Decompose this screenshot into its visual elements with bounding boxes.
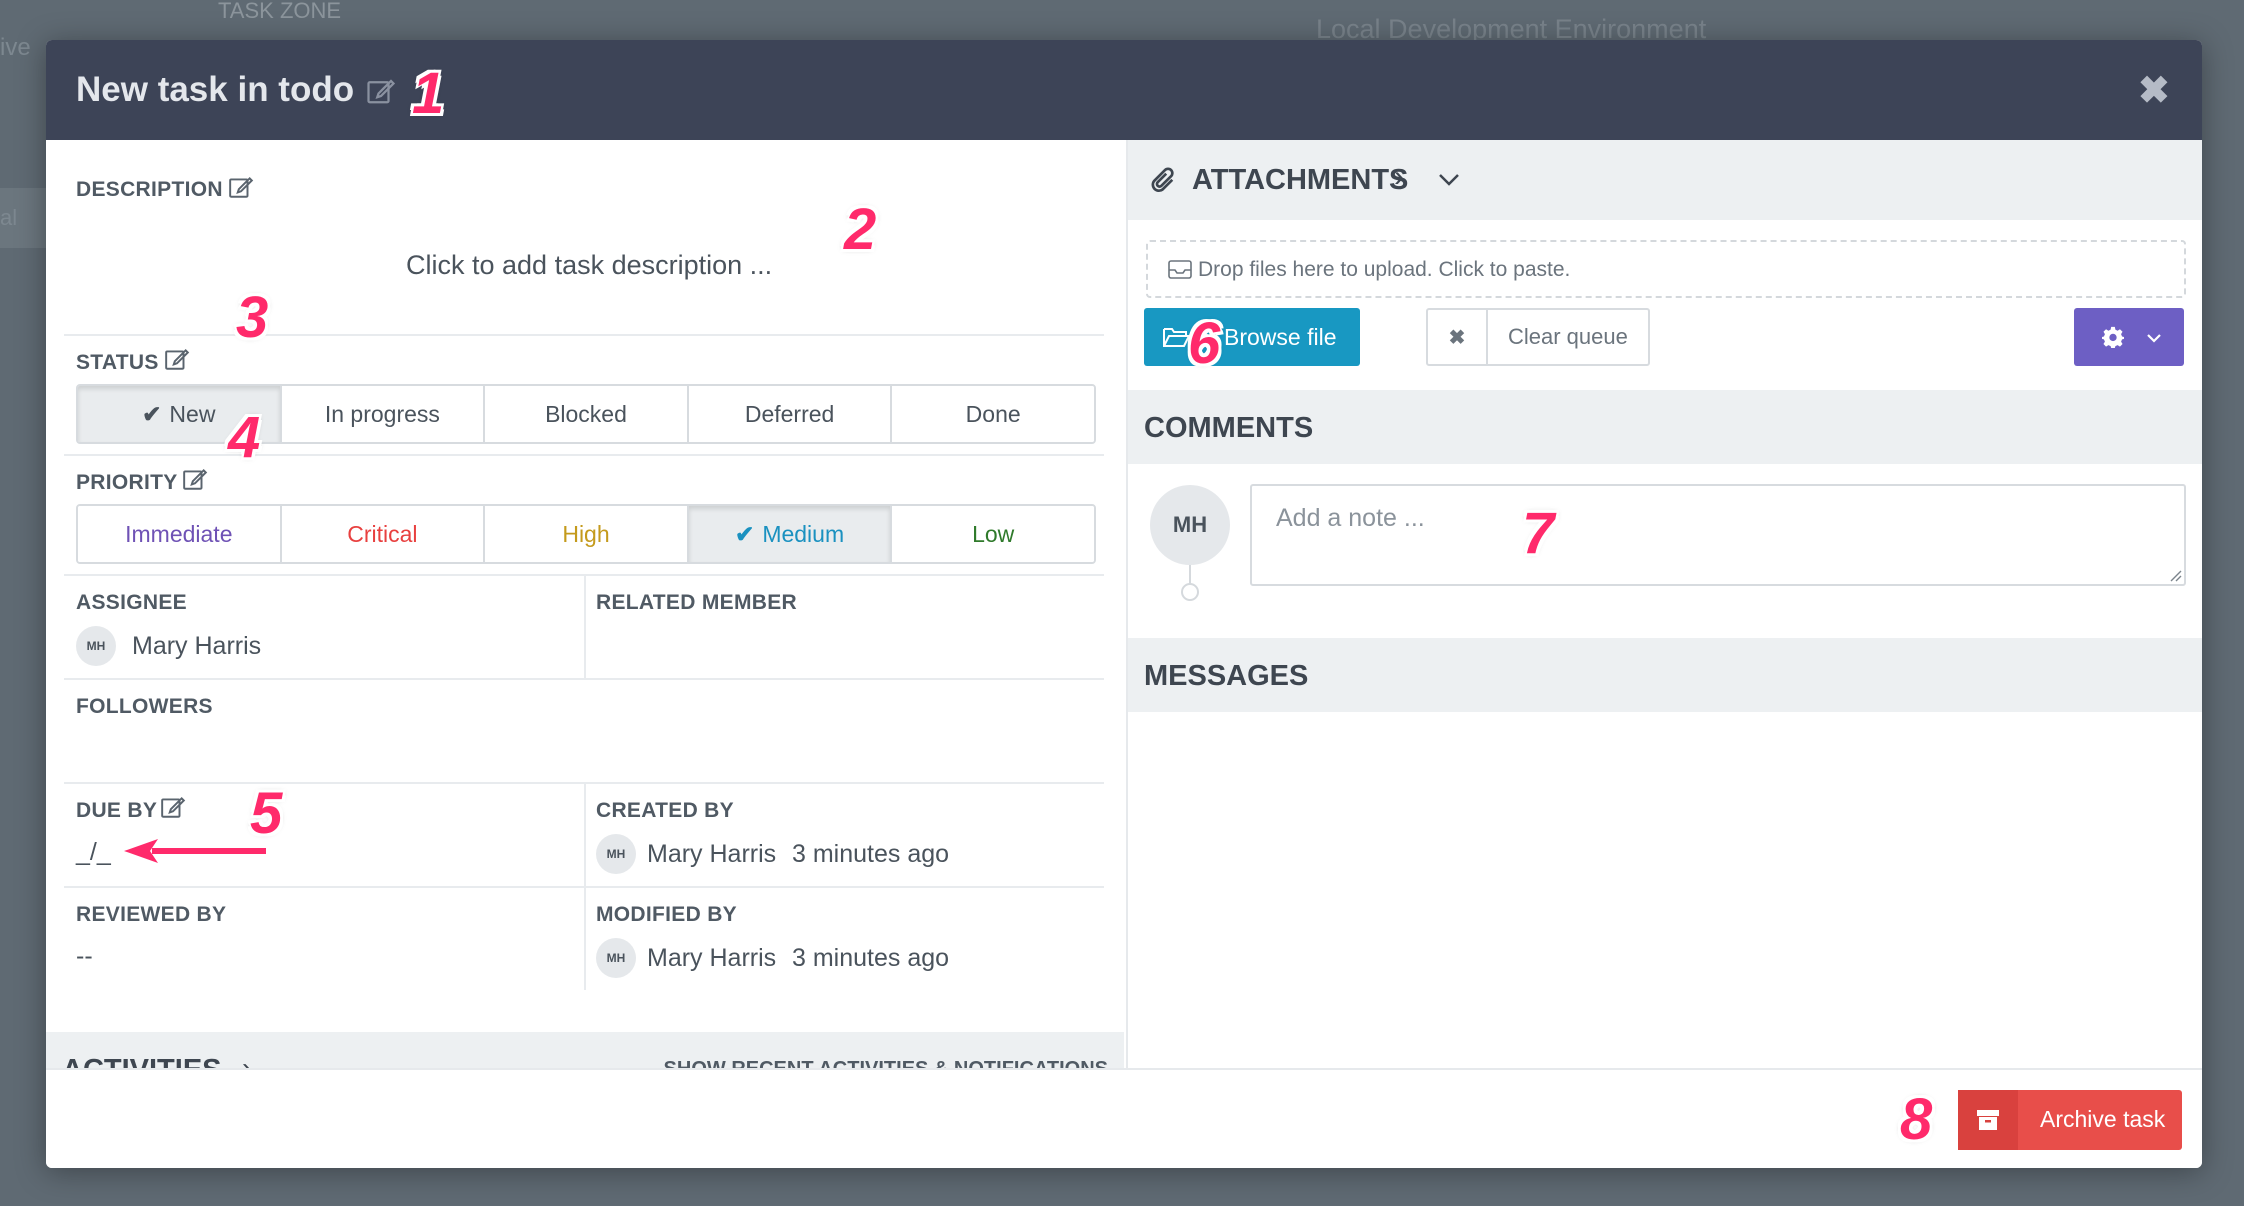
attachments-title[interactable]: ATTACHMENTS bbox=[1192, 164, 1408, 197]
timeline-dot bbox=[1181, 583, 1199, 601]
reviewed-by-value: -- bbox=[76, 942, 93, 970]
due-by-label: DUE BY bbox=[76, 799, 158, 822]
callout-marker: 1 bbox=[412, 61, 445, 126]
background-left-fragment: ive bbox=[0, 34, 31, 61]
status-option-label: New bbox=[169, 400, 216, 427]
callout-marker: 7 bbox=[1522, 501, 1555, 566]
created-by-avatar: MH bbox=[596, 834, 636, 874]
task-title[interactable]: New task in todo bbox=[76, 70, 354, 110]
file-dropzone[interactable]: Drop files here to upload. Click to past… bbox=[1146, 240, 2186, 298]
chevron-down-icon bbox=[2147, 334, 2161, 343]
chevron-right-icon[interactable]: › bbox=[1394, 160, 1404, 194]
divider bbox=[64, 454, 1104, 456]
priority-option-immediate[interactable]: Immediate bbox=[78, 506, 282, 562]
messages-title: MESSAGES bbox=[1144, 660, 1309, 692]
created-by-label: CREATED BY bbox=[596, 799, 734, 822]
clear-queue-label: Clear queue bbox=[1508, 324, 1628, 349]
priority-option-medium[interactable]: ✔ Medium bbox=[688, 506, 893, 562]
callout-marker: 4 bbox=[228, 405, 261, 470]
paperclip-icon bbox=[1151, 167, 1174, 193]
created-by-time: 3 minutes ago bbox=[792, 840, 950, 868]
task-modal: New task in todo ✖ DESCRIPTION Click to … bbox=[46, 40, 2202, 1168]
divider bbox=[64, 678, 1104, 680]
priority-option-critical[interactable]: Critical bbox=[281, 506, 486, 562]
assignee-label: ASSIGNEE bbox=[76, 591, 187, 614]
status-option-deferred[interactable]: Deferred bbox=[688, 386, 893, 442]
chevron-down-icon[interactable] bbox=[1438, 172, 1460, 188]
status-option-in-progress[interactable]: In progress bbox=[281, 386, 486, 442]
modified-by-time: 3 minutes ago bbox=[792, 944, 950, 972]
related-member-label: RELATED MEMBER bbox=[596, 591, 797, 614]
background-side-fragment: al bbox=[0, 205, 18, 230]
comments-title: COMMENTS bbox=[1144, 412, 1314, 444]
folder-open-icon bbox=[1163, 328, 1190, 347]
check-icon: ✔ bbox=[735, 520, 755, 547]
description-placeholder[interactable]: Click to add task description ... bbox=[406, 250, 772, 281]
status-option-done[interactable]: Done bbox=[892, 386, 1094, 442]
edit-description-icon[interactable] bbox=[228, 174, 254, 200]
task-details-panel: DESCRIPTION Click to add task descriptio… bbox=[46, 140, 1124, 1106]
browse-file-label: Browse file bbox=[1224, 324, 1337, 350]
callout-marker: 5 bbox=[250, 781, 283, 846]
divider bbox=[64, 886, 1104, 888]
comments-header: COMMENTS bbox=[1128, 390, 2202, 464]
timeline-line bbox=[1189, 565, 1191, 585]
followers-label: FOLLOWERS bbox=[76, 695, 213, 718]
browse-file-button[interactable]: Browse file bbox=[1144, 308, 1360, 366]
modified-by-name: Mary Harris bbox=[647, 944, 777, 972]
resize-handle-icon[interactable] bbox=[2168, 568, 2182, 582]
assignee-avatar: MH bbox=[76, 626, 116, 666]
add-note-textarea[interactable]: Add a note ... bbox=[1250, 484, 2186, 586]
callout-marker: 6 bbox=[1188, 311, 1221, 376]
messages-header: MESSAGES bbox=[1128, 638, 2202, 712]
divider bbox=[64, 334, 1104, 336]
background-top-fragment: TASK ZONE bbox=[218, 0, 342, 23]
description-label: DESCRIPTION bbox=[76, 178, 223, 201]
edit-priority-icon[interactable] bbox=[182, 466, 208, 492]
priority-option-label: Medium bbox=[762, 520, 845, 547]
modified-by-label: MODIFIED BY bbox=[596, 903, 737, 926]
reviewed-by-label: REVIEWED BY bbox=[76, 903, 227, 926]
note-placeholder: Add a note ... bbox=[1276, 504, 1425, 532]
callout-marker: 2 bbox=[844, 197, 877, 262]
dropzone-text: Drop files here to upload. Click to past… bbox=[1198, 258, 1571, 281]
priority-selector: Immediate Critical High ✔ Medium Low bbox=[76, 504, 1096, 564]
status-option-blocked[interactable]: Blocked bbox=[485, 386, 689, 442]
arrow-annotation-icon bbox=[124, 839, 266, 863]
archive-task-label: Archive task bbox=[2040, 1106, 2166, 1132]
gear-icon bbox=[2102, 326, 2124, 348]
clear-queue-button[interactable]: ✖ Clear queue bbox=[1426, 308, 1650, 366]
attachments-header: ATTACHMENTS › bbox=[1128, 140, 2202, 220]
attachment-settings-button[interactable] bbox=[2074, 308, 2184, 366]
status-label: STATUS bbox=[76, 351, 159, 374]
close-icon: ✖ bbox=[1428, 310, 1488, 364]
edit-title-icon[interactable] bbox=[366, 76, 396, 106]
assignee-name[interactable]: Mary Harris bbox=[132, 632, 261, 661]
modified-by-avatar: MH bbox=[596, 938, 636, 978]
edit-due-date-icon[interactable] bbox=[160, 794, 186, 820]
comment-author-avatar: MH bbox=[1150, 485, 1230, 565]
edit-status-icon[interactable] bbox=[164, 346, 190, 372]
due-by-value[interactable]: _/_ bbox=[76, 838, 111, 867]
modal-header: New task in todo ✖ bbox=[46, 40, 2202, 140]
priority-option-high[interactable]: High bbox=[485, 506, 689, 562]
modal-footer: Archive task bbox=[46, 1068, 2202, 1168]
inbox-icon bbox=[1168, 260, 1192, 279]
close-icon[interactable]: ✖ bbox=[2138, 68, 2170, 113]
priority-label: PRIORITY bbox=[76, 471, 178, 494]
created-by-name: Mary Harris bbox=[647, 840, 777, 868]
callout-marker: 8 bbox=[1900, 1087, 1933, 1152]
column-divider bbox=[584, 576, 586, 678]
archive-task-button[interactable]: Archive task bbox=[1958, 1090, 2182, 1150]
check-icon: ✔ bbox=[142, 400, 162, 427]
callout-marker: 3 bbox=[236, 285, 269, 350]
archive-box-icon bbox=[1958, 1090, 2018, 1150]
priority-option-low[interactable]: Low bbox=[892, 506, 1094, 562]
attachments-comments-panel: ATTACHMENTS › Drop files here to upload.… bbox=[1126, 140, 2202, 1068]
